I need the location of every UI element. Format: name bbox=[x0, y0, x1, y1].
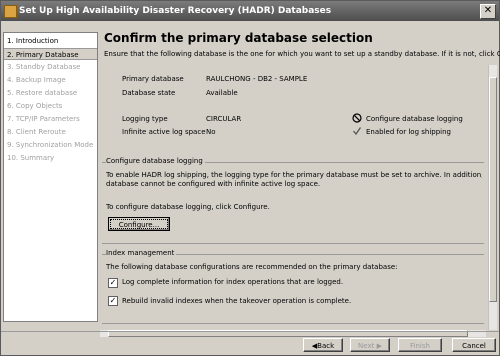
wizard-step-item[interactable]: 6. Copy Objects bbox=[4, 100, 97, 112]
logging-group-text-3: To configure database logging, click Con… bbox=[106, 203, 270, 211]
log-index-label: Log complete information for index opera… bbox=[122, 278, 344, 286]
configure-logging-status: Configure database logging bbox=[366, 115, 463, 123]
index-management-group: Index management The following database … bbox=[102, 249, 484, 324]
window-title: Set Up High Availability Disaster Recove… bbox=[19, 6, 332, 16]
wizard-step-item[interactable]: 3. Standby Database bbox=[4, 61, 97, 73]
cancel-button[interactable]: Cancel bbox=[452, 338, 496, 352]
back-button[interactable]: ◀Back bbox=[303, 338, 343, 352]
wizard-step-item[interactable]: 9. Synchronization Mode bbox=[4, 139, 97, 151]
dialog-window: Set Up High Availability Disaster Recove… bbox=[0, 0, 500, 356]
logging-type-label: Logging type bbox=[122, 115, 168, 123]
index-group-title: Index management bbox=[106, 249, 177, 257]
wizard-step-item[interactable]: 7. TCP/IP Parameters bbox=[4, 113, 97, 125]
page-description: Ensure that the following database is th… bbox=[104, 50, 500, 58]
primary-database-label: Primary database bbox=[122, 75, 184, 83]
logging-group-title: Configure database logging bbox=[106, 157, 205, 165]
finish-button[interactable]: Finish bbox=[398, 338, 442, 352]
database-state-label: Database state bbox=[122, 89, 176, 97]
infinite-log-label: Infinite active log space bbox=[122, 128, 206, 136]
wizard-steps-list: 1. Introduction 2. Primary Database 3. Sta… bbox=[3, 32, 98, 322]
no-entry-icon bbox=[352, 113, 362, 123]
page-title: Confirm the primary database selection bbox=[104, 31, 373, 45]
index-group-text: The following database configurations ar… bbox=[106, 263, 398, 271]
database-state-value: Available bbox=[206, 89, 238, 97]
wizard-step-item[interactable]: 1. Introduction bbox=[4, 35, 97, 47]
checkmark-icon bbox=[353, 127, 362, 136]
next-button[interactable]: Next ▶ bbox=[350, 338, 390, 352]
wizard-step-item[interactable]: 2. Primary Database bbox=[4, 48, 97, 60]
rebuild-index-label: Rebuild invalid indexes when the takeove… bbox=[122, 297, 352, 305]
title-bar: Set Up High Availability Disaster Recove… bbox=[1, 1, 499, 21]
logging-group-text-1: To enable HADR log shipping, the logging… bbox=[106, 171, 482, 179]
vertical-scroll-thumb[interactable] bbox=[489, 77, 497, 302]
vertical-scrollbar[interactable] bbox=[488, 65, 497, 330]
close-button[interactable]: ✕ bbox=[480, 4, 496, 19]
logging-group: Configure database logging To enable HAD… bbox=[102, 157, 484, 244]
rebuild-index-checkbox[interactable]: ✓ bbox=[108, 296, 118, 306]
logging-group-text-2: database cannot be configured with infin… bbox=[106, 180, 321, 188]
wizard-step-item[interactable]: 8. Client Reroute bbox=[4, 126, 97, 138]
wizard-step-item[interactable]: 4. Backup Image bbox=[4, 74, 97, 86]
configure-button[interactable]: Configure... bbox=[108, 217, 170, 231]
log-shipping-status: Enabled for log shipping bbox=[366, 128, 451, 136]
button-bar: ◀Back Next ▶ Finish Cancel bbox=[1, 331, 499, 356]
logging-type-value: CIRCULAR bbox=[206, 115, 242, 123]
log-index-checkbox[interactable]: ✓ bbox=[108, 278, 118, 288]
main-panel: Confirm the primary database selection E… bbox=[98, 25, 500, 337]
infinite-log-value: No bbox=[206, 128, 216, 136]
wizard-step-item[interactable]: 10. Summary bbox=[4, 152, 97, 164]
wizard-step-item[interactable]: 5. Restore database bbox=[4, 87, 97, 99]
app-icon bbox=[4, 5, 17, 18]
primary-database-value: RAULCHONG - DB2 - SAMPLE bbox=[206, 75, 308, 83]
